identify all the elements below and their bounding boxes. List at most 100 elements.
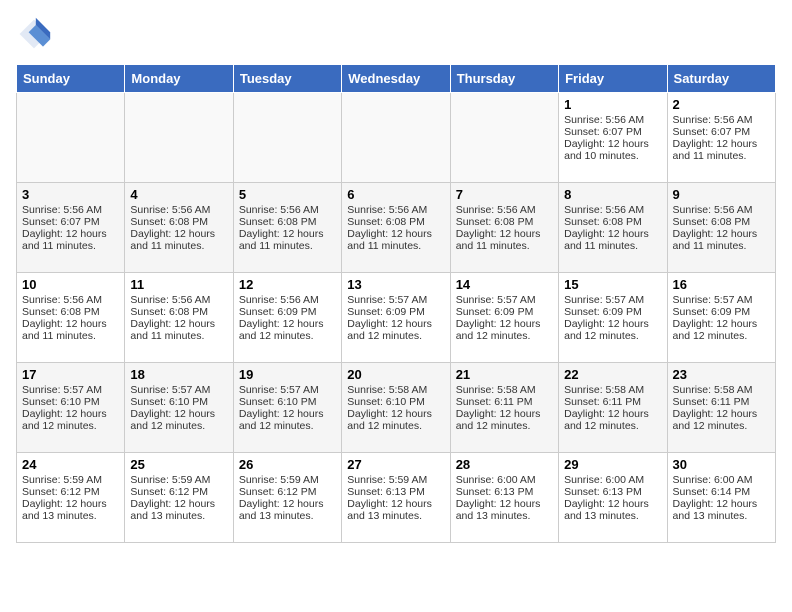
day-info: Sunrise: 5:57 AM xyxy=(347,294,444,306)
day-number: 18 xyxy=(130,367,227,382)
day-info: and 12 minutes. xyxy=(130,420,227,432)
day-info: and 11 minutes. xyxy=(347,240,444,252)
day-of-week-header: Friday xyxy=(559,65,667,93)
day-info: Daylight: 12 hours xyxy=(347,318,444,330)
day-number: 27 xyxy=(347,457,444,472)
day-info: and 12 minutes. xyxy=(347,420,444,432)
day-info: and 11 minutes. xyxy=(239,240,336,252)
day-info: and 11 minutes. xyxy=(564,240,661,252)
day-number: 11 xyxy=(130,277,227,292)
day-info: Sunset: 6:07 PM xyxy=(564,126,661,138)
day-info: Sunrise: 5:57 AM xyxy=(456,294,553,306)
day-number: 17 xyxy=(22,367,119,382)
day-info: Sunrise: 5:58 AM xyxy=(347,384,444,396)
day-info: Daylight: 12 hours xyxy=(22,228,119,240)
day-info: Sunrise: 5:56 AM xyxy=(22,204,119,216)
calendar-table: SundayMondayTuesdayWednesdayThursdayFrid… xyxy=(16,64,776,543)
day-of-week-header: Monday xyxy=(125,65,233,93)
calendar-cell: 23Sunrise: 5:58 AMSunset: 6:11 PMDayligh… xyxy=(667,363,775,453)
calendar-week-row: 1Sunrise: 5:56 AMSunset: 6:07 PMDaylight… xyxy=(17,93,776,183)
day-info: Daylight: 12 hours xyxy=(456,408,553,420)
day-info: Sunset: 6:13 PM xyxy=(347,486,444,498)
day-info: Sunrise: 5:58 AM xyxy=(456,384,553,396)
day-info: Sunset: 6:10 PM xyxy=(130,396,227,408)
day-number: 16 xyxy=(673,277,770,292)
day-info: Sunrise: 5:58 AM xyxy=(673,384,770,396)
day-info: Sunrise: 5:57 AM xyxy=(22,384,119,396)
day-number: 2 xyxy=(673,97,770,112)
day-info: and 11 minutes. xyxy=(22,240,119,252)
calendar-cell: 13 Sunrise: 5:57 AMSunset: 6:09 PMDayligh… xyxy=(342,273,450,363)
calendar-cell: 4Sunrise: 5:56 AMSunset: 6:08 PMDaylight… xyxy=(125,183,233,273)
day-info: Sunset: 6:11 PM xyxy=(456,396,553,408)
day-info: Daylight: 12 hours xyxy=(456,498,553,510)
calendar-cell xyxy=(450,93,558,183)
day-info: Sunrise: 5:57 AM xyxy=(130,384,227,396)
calendar-cell: 19Sunrise: 5:57 AMSunset: 6:10 PMDayligh… xyxy=(233,363,341,453)
day-info: and 13 minutes. xyxy=(564,510,661,522)
day-info: Daylight: 12 hours xyxy=(456,228,553,240)
day-info: Daylight: 12 hours xyxy=(130,498,227,510)
calendar-cell: 26Sunrise: 5:59 AMSunset: 6:12 PMDayligh… xyxy=(233,453,341,543)
day-info: Sunrise: 5:59 AM xyxy=(347,474,444,486)
day-info: Sunrise: 5:56 AM xyxy=(673,114,770,126)
day-number: 29 xyxy=(564,457,661,472)
day-number: 24 xyxy=(22,457,119,472)
day-info: Daylight: 12 hours xyxy=(564,498,661,510)
day-info: and 12 minutes. xyxy=(673,420,770,432)
calendar-cell xyxy=(342,93,450,183)
day-number: 12 xyxy=(239,277,336,292)
day-info: Sunset: 6:08 PM xyxy=(22,306,119,318)
day-number: 20 xyxy=(347,367,444,382)
day-info: Sunset: 6:07 PM xyxy=(673,126,770,138)
day-info: Sunset: 6:09 PM xyxy=(347,306,444,318)
calendar-cell: 21Sunrise: 5:58 AMSunset: 6:11 PMDayligh… xyxy=(450,363,558,453)
day-info: Daylight: 12 hours xyxy=(22,408,119,420)
day-number: 28 xyxy=(456,457,553,472)
day-info: and 12 minutes. xyxy=(347,330,444,342)
day-info: Sunset: 6:08 PM xyxy=(673,216,770,228)
calendar-cell: 14Sunrise: 5:57 AMSunset: 6:09 PMDayligh… xyxy=(450,273,558,363)
day-info: and 13 minutes. xyxy=(130,510,227,522)
day-number: 14 xyxy=(456,277,553,292)
day-info: and 12 minutes. xyxy=(564,420,661,432)
calendar-cell: 11Sunrise: 5:56 AMSunset: 6:08 PMDayligh… xyxy=(125,273,233,363)
day-info: and 11 minutes. xyxy=(22,330,119,342)
calendar-cell: 18Sunrise: 5:57 AMSunset: 6:10 PMDayligh… xyxy=(125,363,233,453)
day-info: Sunset: 6:08 PM xyxy=(130,306,227,318)
day-info: and 13 minutes. xyxy=(22,510,119,522)
calendar-cell: 25Sunrise: 5:59 AMSunset: 6:12 PMDayligh… xyxy=(125,453,233,543)
day-info: and 13 minutes. xyxy=(673,510,770,522)
day-number: 22 xyxy=(564,367,661,382)
day-info: Sunrise: 5:56 AM xyxy=(239,294,336,306)
day-number: 6 xyxy=(347,187,444,202)
day-info: Sunrise: 5:59 AM xyxy=(22,474,119,486)
day-number: 25 xyxy=(130,457,227,472)
calendar-cell: 9Sunrise: 5:56 AMSunset: 6:08 PMDaylight… xyxy=(667,183,775,273)
day-info: and 11 minutes. xyxy=(130,240,227,252)
day-number: 5 xyxy=(239,187,336,202)
day-info: Sunset: 6:10 PM xyxy=(22,396,119,408)
day-info: Sunset: 6:10 PM xyxy=(347,396,444,408)
day-info: Daylight: 12 hours xyxy=(673,228,770,240)
day-info: Sunset: 6:09 PM xyxy=(456,306,553,318)
day-info: Sunset: 6:07 PM xyxy=(22,216,119,228)
day-number: 13 xyxy=(347,277,444,292)
day-of-week-header: Wednesday xyxy=(342,65,450,93)
day-info: Daylight: 12 hours xyxy=(673,318,770,330)
calendar-cell: 15Sunrise: 5:57 AMSunset: 6:09 PMDayligh… xyxy=(559,273,667,363)
day-number: 30 xyxy=(673,457,770,472)
calendar-week-row: 17Sunrise: 5:57 AMSunset: 6:10 PMDayligh… xyxy=(17,363,776,453)
day-info: Sunset: 6:13 PM xyxy=(564,486,661,498)
day-info: and 12 minutes. xyxy=(456,330,553,342)
calendar-cell: 24Sunrise: 5:59 AMSunset: 6:12 PMDayligh… xyxy=(17,453,125,543)
day-number: 10 xyxy=(22,277,119,292)
day-info: Sunrise: 6:00 AM xyxy=(673,474,770,486)
calendar-cell: 29 Sunrise: 6:00 AMSunset: 6:13 PMDayligh… xyxy=(559,453,667,543)
day-info: Sunset: 6:12 PM xyxy=(22,486,119,498)
day-info: Sunrise: 5:56 AM xyxy=(130,294,227,306)
calendar-cell: 16Sunrise: 5:57 AMSunset: 6:09 PMDayligh… xyxy=(667,273,775,363)
day-info: Sunrise: 6:00 AM xyxy=(564,474,661,486)
day-info: Daylight: 12 hours xyxy=(239,318,336,330)
day-info: Daylight: 12 hours xyxy=(347,228,444,240)
